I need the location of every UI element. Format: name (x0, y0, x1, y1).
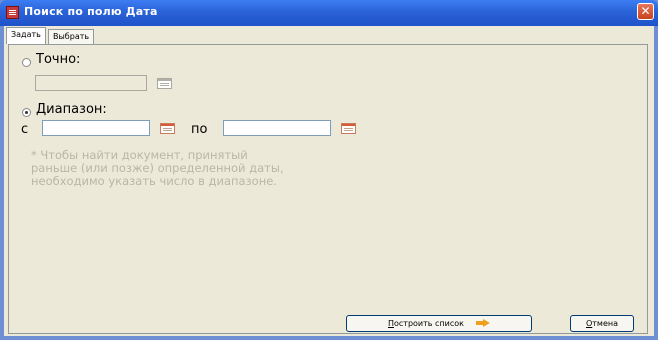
title-bar[interactable]: Поиск по полю Дата ✕ (0, 0, 658, 26)
build-list-label: остроить список (394, 319, 464, 328)
window-title: Поиск по полю Дата (24, 5, 158, 18)
close-button[interactable]: ✕ (637, 3, 654, 20)
build-list-button[interactable]: Построить список (346, 315, 532, 332)
cancel-label: тмена (592, 319, 619, 328)
to-calendar-icon[interactable] (341, 123, 356, 134)
tab-choose-from-dictionary[interactable]: Выбрать из словаря (48, 29, 95, 69)
tab-set[interactable]: Задать (6, 27, 46, 44)
range-label: Диапазон: (36, 102, 107, 117)
exact-date-input[interactable] (35, 75, 147, 91)
tab-panel: Точно: Диапазон: с по * Чтобы найти доку… (8, 44, 648, 334)
exact-calendar-icon[interactable] (157, 78, 172, 89)
range-to-label: по (191, 122, 208, 137)
cancel-button[interactable]: Отмена (570, 315, 634, 332)
exact-radio[interactable] (22, 58, 31, 67)
app-icon (6, 6, 19, 19)
range-from-input[interactable] (42, 120, 150, 136)
dialog-client: Задать Выбрать из словаря Точно: Диапазо… (4, 26, 654, 336)
hint-note: * Чтобы найти документ, принятый раньше … (31, 148, 284, 188)
arrow-right-icon (476, 319, 490, 327)
dialog-window: Поиск по полю Дата ✕ Задать Выбрать из с… (0, 0, 658, 340)
exact-label: Точно: (36, 52, 81, 67)
range-from-label: с (21, 122, 29, 137)
range-to-input[interactable] (223, 120, 331, 136)
range-radio[interactable] (22, 108, 31, 117)
from-calendar-icon[interactable] (160, 123, 175, 134)
